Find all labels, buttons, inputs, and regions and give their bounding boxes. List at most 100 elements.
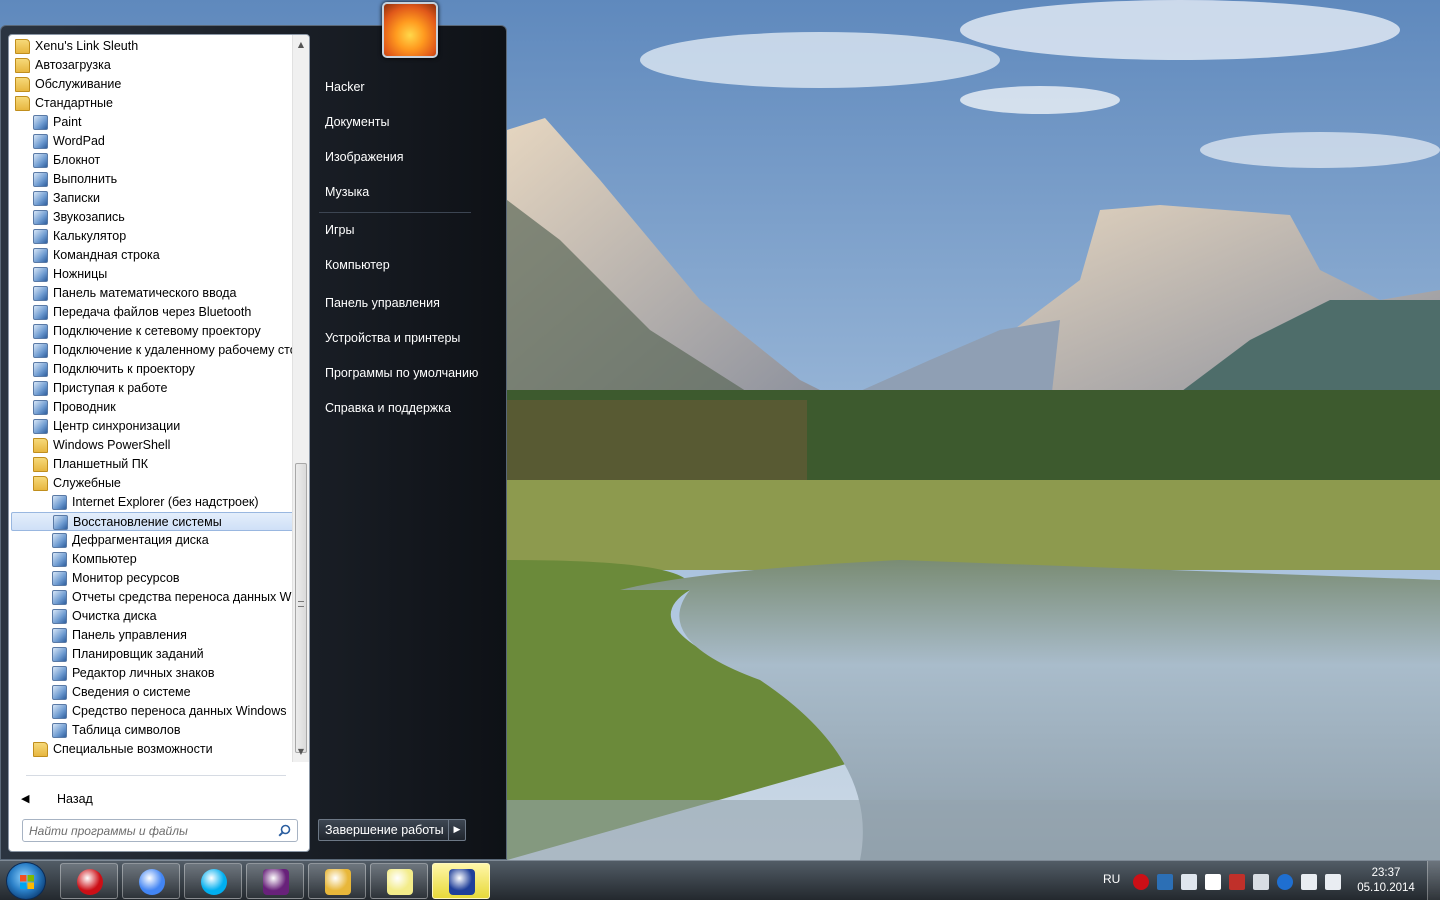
program-item[interactable]: Сведения о системе [11,683,301,702]
program-item-label: Блокнот [53,153,101,167]
system-restore-icon [53,515,68,530]
folder-icon [15,77,30,92]
program-item[interactable]: Paint [11,113,301,132]
start-menu-link[interactable]: Программы по умолчанию [317,358,487,388]
program-item[interactable]: Звукозапись [11,208,301,227]
program-item[interactable]: Дефрагментация диска [11,531,301,550]
program-item[interactable]: Редактор личных знаков [11,664,301,683]
program-item[interactable]: WordPad [11,132,301,151]
start-menu-link[interactable]: Панель управления [317,288,487,318]
search-input[interactable] [29,822,269,840]
clock[interactable]: 23:37 05.10.2014 [1350,866,1422,896]
search-icon[interactable] [278,824,291,837]
shutdown-button[interactable]: Завершение работы [318,819,449,841]
scroll-down-arrow-icon[interactable]: ▼ [293,744,309,760]
search-box[interactable] [22,819,298,842]
easy-transfer-icon [52,704,67,719]
program-item[interactable]: Блокнот [11,151,301,170]
program-folder-item[interactable]: Планшетный ПК [11,455,301,474]
taskbar-button-file-manager[interactable] [308,863,366,899]
program-item-label: Планировщик заданий [72,647,204,661]
start-menu-link[interactable]: Компьютер [317,250,487,280]
start-menu-link[interactable]: Документы [317,107,487,137]
back-button[interactable]: ◀ Назад [17,788,287,810]
update-icon[interactable] [1277,874,1293,890]
program-folder-item[interactable]: Служебные [11,474,301,493]
start-menu-link[interactable]: Музыка [317,177,487,207]
scroll-grip-icon [298,601,304,607]
program-item[interactable]: Проводник [11,398,301,417]
back-label: Назад [57,792,93,806]
program-item[interactable]: Панель управления [11,626,301,645]
program-list-scrollbar[interactable]: ▲ ▼ [292,35,309,762]
folder-icon [33,742,48,757]
program-item-label: Internet Explorer (без надстроек) [72,495,259,509]
program-item[interactable]: Подключение к сетевому проектору [11,322,301,341]
program-item[interactable]: Средство переноса данных Windows [11,702,301,721]
start-menu-link[interactable]: Игры [317,215,487,245]
program-item[interactable]: Командная строка [11,246,301,265]
program-item-label: Панель математического ввода [53,286,237,300]
program-item[interactable]: Internet Explorer (без надстроек) [11,493,301,512]
program-folder-item[interactable]: Xenu's Link Sleuth [11,37,301,56]
lav-video-icon[interactable] [1205,874,1221,890]
flag-icon[interactable] [1301,874,1317,890]
volume-icon[interactable] [1325,874,1341,890]
lav-audio-icon[interactable] [1229,874,1245,890]
program-item[interactable]: Отчеты средства переноса данных Windows [11,588,301,607]
math-input-icon [33,286,48,301]
window-icon[interactable] [1181,874,1197,890]
ffx-icon[interactable] [1157,874,1173,890]
program-item[interactable]: Панель математического ввода [11,284,301,303]
taskbar-button-visual-studio[interactable] [246,863,304,899]
network-icon[interactable] [1253,874,1269,890]
user-picture-avatar[interactable] [382,2,438,58]
shutdown-options-arrow-icon[interactable]: ▶ [448,819,466,841]
program-folder-item[interactable]: Обслуживание [11,75,301,94]
program-item[interactable]: Подключение к удаленному рабочему столу [11,341,301,360]
program-item[interactable]: Восстановление системы [11,512,301,531]
taskbar-button-chrome[interactable] [122,863,180,899]
start-menu-link[interactable]: Hacker [317,72,487,102]
program-item-label: Специальные возможности [53,742,213,756]
program-item-label: WordPad [53,134,105,148]
divider [26,775,286,776]
program-item[interactable]: Компьютер [11,550,301,569]
start-button[interactable] [6,862,46,900]
start-menu-link[interactable]: Изображения [317,142,487,172]
show-desktop-button[interactable] [1427,861,1440,900]
program-item[interactable]: Записки [11,189,301,208]
program-item[interactable]: Калькулятор [11,227,301,246]
computer-icon [52,552,67,567]
program-folder-item[interactable]: Автозагрузка [11,56,301,75]
program-folder-item[interactable]: Windows PowerShell [11,436,301,455]
program-item-label: Ножницы [53,267,108,281]
taskbar-button-media-player[interactable] [432,863,490,899]
program-item[interactable]: Таблица символов [11,721,301,740]
windows-logo-icon [20,875,34,889]
language-indicator[interactable]: RU [1103,872,1120,886]
program-item[interactable]: Выполнить [11,170,301,189]
scroll-up-arrow-icon[interactable]: ▲ [293,37,309,53]
program-folder-item[interactable]: Специальные возможности [11,740,301,759]
program-item-label: Средство переноса данных Windows [72,704,287,718]
scroll-thumb[interactable] [295,463,307,753]
taskbar-button-opera[interactable] [60,863,118,899]
program-item[interactable]: Передача файлов через Bluetooth [11,303,301,322]
taskbar-button-skype[interactable] [184,863,242,899]
program-item[interactable]: Планировщик заданий [11,645,301,664]
program-item-label: Звукозапись [53,210,125,224]
start-menu-link[interactable]: Справка и поддержка [317,393,487,423]
program-list[interactable]: Xenu's Link Sleuth Автозагрузка Обслуживан… [9,35,301,762]
start-menu-link[interactable]: Устройства и принтеры [317,323,487,353]
program-folder-item[interactable]: Стандартные [11,94,301,113]
program-item[interactable]: Приступая к работе [11,379,301,398]
program-item[interactable]: Подключить к проектору [11,360,301,379]
back-arrow-icon: ◀ [21,792,30,805]
program-item[interactable]: Центр синхронизации [11,417,301,436]
program-item[interactable]: Очистка диска [11,607,301,626]
opera-tray-icon[interactable] [1133,874,1149,890]
program-item[interactable]: Ножницы [11,265,301,284]
taskbar-button-sticky-notes[interactable] [370,863,428,899]
program-item[interactable]: Монитор ресурсов [11,569,301,588]
